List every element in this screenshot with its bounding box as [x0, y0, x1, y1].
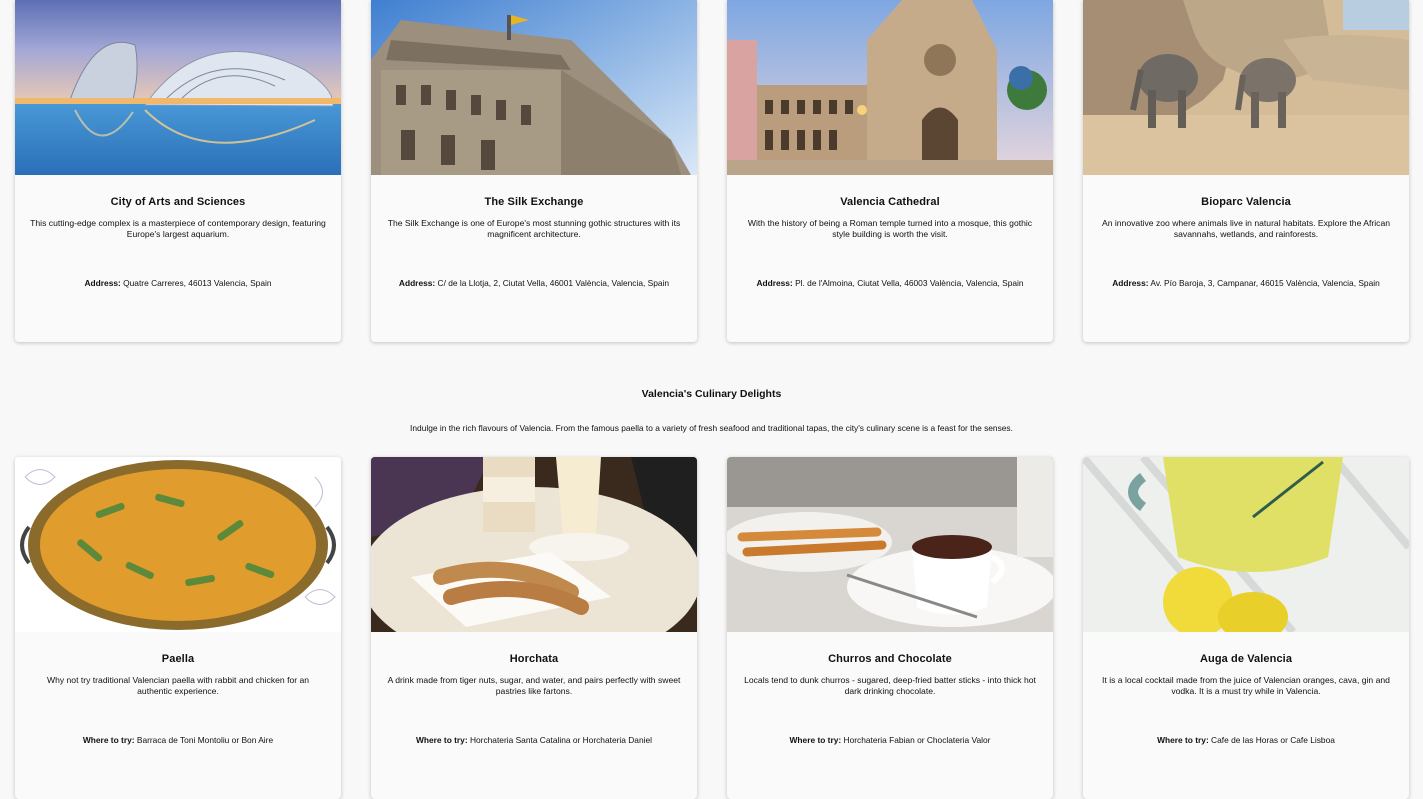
- attraction-description: The Silk Exchange is one of Europe's mos…: [387, 218, 681, 239]
- attraction-title: Valencia Cathedral: [840, 196, 940, 208]
- where-value: Horchateria Santa Catalina or Horchateri…: [467, 735, 652, 745]
- horchata-photo: [371, 457, 697, 632]
- attraction-card[interactable]: City of Arts and Sciences This cutting-e…: [15, 0, 341, 342]
- attraction-address: Address: Quatre Carreres, 46013 Valencia…: [21, 278, 335, 289]
- address-value: Quatre Carreres, 46013 Valencia, Spain: [120, 278, 272, 288]
- where-to-try: Where to try: Cafe de las Horas or Cafe …: [1089, 735, 1403, 746]
- culinary-description: A drink made from tiger nuts, sugar, and…: [387, 675, 681, 696]
- agua-de-valencia-photo: [1083, 457, 1409, 632]
- culinary-card[interactable]: Horchata A drink made from tiger nuts, s…: [371, 457, 697, 799]
- culinary-description: Locals tend to dunk churros - sugared, d…: [744, 675, 1036, 696]
- attraction-title: Bioparc Valencia: [1201, 196, 1291, 208]
- attraction-description: With the history of being a Roman temple…: [747, 218, 1033, 239]
- attraction-address: Address: C/ de la Llotja, 2, Ciutat Vell…: [377, 278, 691, 289]
- where-value: Cafe de las Horas or Cafe Lisboa: [1208, 735, 1335, 745]
- attraction-description: This cutting-edge complex is a masterpie…: [30, 218, 326, 239]
- attraction-title: The Silk Exchange: [484, 196, 584, 208]
- city-of-arts-photo: [15, 0, 341, 175]
- silk-exchange-photo: [371, 0, 697, 175]
- culinary-title: Auga de Valencia: [1199, 653, 1293, 665]
- attraction-card[interactable]: Bioparc Valencia An innovative zoo where…: [1083, 0, 1409, 342]
- attractions-row: City of Arts and Sciences This cutting-e…: [15, 0, 1411, 342]
- culinary-row: Paella Why not try traditional Valencian…: [15, 457, 1411, 799]
- culinary-title: Churros and Chocolate: [828, 653, 952, 665]
- culinary-title: Horchata: [509, 653, 559, 665]
- address-label: Address:: [84, 278, 121, 288]
- attraction-description: An innovative zoo where animals live in …: [1101, 218, 1391, 239]
- where-label: Where to try:: [789, 735, 842, 745]
- where-to-try: Where to try: Barraca de Toni Montoliu o…: [21, 735, 335, 746]
- where-to-try: Where to try: Horchateria Fabian or Choc…: [733, 735, 1047, 746]
- paella-photo: [15, 457, 341, 632]
- culinary-section-title: Valencia's Culinary Delights: [641, 388, 782, 400]
- address-value: C/ de la Llotja, 2, Ciutat Vella, 46001 …: [435, 278, 670, 288]
- culinary-section-intro: Indulge in the rich flavours of Valencia…: [410, 423, 1013, 433]
- bioparc-elephants-photo: [1083, 0, 1409, 175]
- address-label: Address:: [1112, 278, 1149, 288]
- address-value: Av. Pío Baroja, 3, Campanar, 46015 Valèn…: [1148, 278, 1380, 288]
- culinary-card[interactable]: Auga de Valencia It is a local cocktail …: [1083, 457, 1409, 799]
- address-label: Address:: [398, 278, 436, 288]
- address-value: Pl. de l'Almoina, Ciutat Vella, 46003 Va…: [792, 278, 1024, 288]
- where-to-try: Where to try: Horchateria Santa Catalina…: [377, 735, 691, 746]
- address-label: Address:: [756, 278, 793, 288]
- valencia-cathedral-photo: [727, 0, 1053, 175]
- culinary-card[interactable]: Churros and Chocolate Locals tend to dun…: [727, 457, 1053, 799]
- attraction-title: City of Arts and Sciences: [110, 196, 246, 208]
- culinary-card[interactable]: Paella Why not try traditional Valencian…: [15, 457, 341, 799]
- where-value: Horchateria Fabian or Choclateria Valor: [841, 735, 991, 745]
- where-label: Where to try:: [82, 735, 135, 745]
- attraction-address: Address: Pl. de l'Almoina, Ciutat Vella,…: [733, 278, 1047, 289]
- culinary-description: Why not try traditional Valencian paella…: [46, 675, 310, 696]
- culinary-description: It is a local cocktail made from the jui…: [1102, 675, 1390, 696]
- culinary-title: Paella: [161, 653, 195, 665]
- where-label: Where to try:: [415, 735, 468, 745]
- attraction-card[interactable]: Valencia Cathedral With the history of b…: [727, 0, 1053, 342]
- churros-chocolate-photo: [727, 457, 1053, 632]
- where-value: Barraca de Toni Montoliu or Bon Aire: [134, 735, 274, 745]
- attraction-address: Address: Av. Pío Baroja, 3, Campanar, 46…: [1089, 278, 1403, 289]
- attraction-card[interactable]: The Silk Exchange The Silk Exchange is o…: [371, 0, 697, 342]
- where-label: Where to try:: [1157, 735, 1209, 745]
